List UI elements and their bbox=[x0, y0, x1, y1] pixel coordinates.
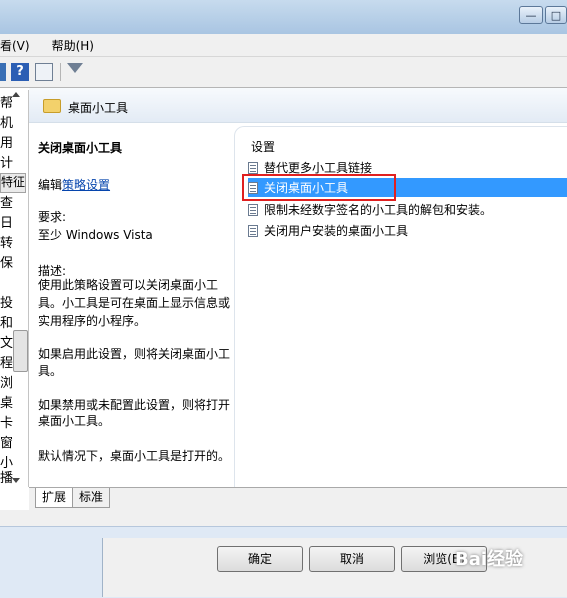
tree-item[interactable]: 窗 bbox=[0, 436, 28, 451]
list-item-label: 限制未经数字签名的小工具的解包和安装。 bbox=[264, 203, 493, 217]
tree-item[interactable]: 保 bbox=[0, 256, 28, 271]
tree-item[interactable]: 转 bbox=[0, 236, 28, 251]
toolbar-separator bbox=[60, 63, 61, 81]
pane-title: 桌面小工具 bbox=[68, 101, 129, 115]
scroll-down-icon[interactable] bbox=[12, 478, 20, 483]
scrollbar-thumb[interactable] bbox=[13, 330, 28, 372]
list-item-label: 关闭用户安装的桌面小工具 bbox=[264, 224, 409, 238]
tree-item[interactable]: 投 bbox=[0, 296, 28, 311]
edit-prefix: 编辑 bbox=[38, 178, 63, 192]
tree-item[interactable]: 卡 bbox=[0, 416, 28, 431]
scroll-up-icon[interactable] bbox=[12, 92, 20, 97]
policy-setting-icon bbox=[248, 203, 258, 216]
list-item[interactable]: 关闭用户安装的桌面小工具 bbox=[248, 221, 567, 240]
tree-item[interactable]: 桌 bbox=[0, 396, 28, 411]
menu-view[interactable]: 看(V) bbox=[0, 37, 40, 54]
help-icon[interactable]: ? bbox=[11, 63, 29, 81]
requirements-value: 至少 Windows Vista bbox=[38, 228, 153, 242]
toolbar-edge-icon[interactable] bbox=[0, 63, 6, 81]
maximize-button[interactable]: □ bbox=[545, 6, 567, 24]
ok-button[interactable]: 确定 bbox=[217, 546, 303, 572]
list-item[interactable]: 限制未经数字签名的小工具的解包和安装。 bbox=[248, 200, 567, 219]
description-line: 使用此策略设置可以关闭桌面小工 bbox=[38, 278, 219, 292]
tab-extended[interactable]: 扩展 bbox=[35, 488, 74, 508]
menu-bar: 看(V) 帮助(H) bbox=[0, 34, 567, 57]
tree-item[interactable]: 帮 bbox=[0, 96, 28, 111]
policy-setting-icon bbox=[248, 161, 258, 174]
policy-title: 关闭桌面小工具 bbox=[38, 141, 123, 155]
title-bar bbox=[0, 0, 567, 34]
disabled-line: 桌面小工具。 bbox=[38, 414, 111, 428]
cancel-button[interactable]: 取消 bbox=[309, 546, 395, 572]
tree-item[interactable]: 机 bbox=[0, 116, 28, 131]
filter-icon[interactable] bbox=[67, 63, 83, 73]
tab-standard[interactable]: 标准 bbox=[72, 488, 111, 508]
tree-item[interactable]: 和 bbox=[0, 316, 28, 331]
tree-item[interactable]: 计 bbox=[0, 156, 28, 171]
tree-item[interactable]: 小 bbox=[0, 456, 28, 471]
highlight-box bbox=[242, 174, 396, 201]
description-line: 具。小工具是可在桌面上显示信息或 bbox=[38, 296, 231, 310]
tree-item-selected[interactable]: 特征 bbox=[0, 173, 26, 193]
tree-item[interactable]: 日 bbox=[0, 216, 28, 231]
policy-settings-link[interactable]: 策略设置 bbox=[62, 178, 110, 192]
menu-help[interactable]: 帮助(H) bbox=[52, 37, 104, 54]
enabled-line: 具。 bbox=[38, 364, 63, 378]
folder-icon bbox=[43, 99, 61, 113]
tree-item[interactable]: 查 bbox=[0, 196, 28, 211]
default-line: 默认情况下，桌面小工具是打开的。 bbox=[38, 449, 231, 463]
policy-setting-icon bbox=[248, 224, 258, 237]
tree-item[interactable]: 浏 bbox=[0, 376, 28, 391]
settings-column-header[interactable]: 设置 bbox=[251, 138, 275, 155]
tree-item[interactable]: 用 bbox=[0, 136, 28, 151]
description-line: 实用程序的小程序。 bbox=[38, 314, 147, 328]
watermark-logo: Bai经验 bbox=[455, 549, 524, 570]
requirements-label: 要求: bbox=[38, 210, 67, 224]
enabled-line: 如果启用此设置，则将关闭桌面小工 bbox=[38, 347, 231, 361]
minimize-button[interactable]: — bbox=[519, 6, 543, 24]
toolbar bbox=[0, 57, 567, 88]
tree-pane[interactable]: 帮 机 用 计 查 日 转 保 投 和 文 程 浏 桌 卡 窗 小 播 bbox=[0, 90, 29, 487]
show-hide-pane-icon[interactable] bbox=[35, 63, 53, 81]
